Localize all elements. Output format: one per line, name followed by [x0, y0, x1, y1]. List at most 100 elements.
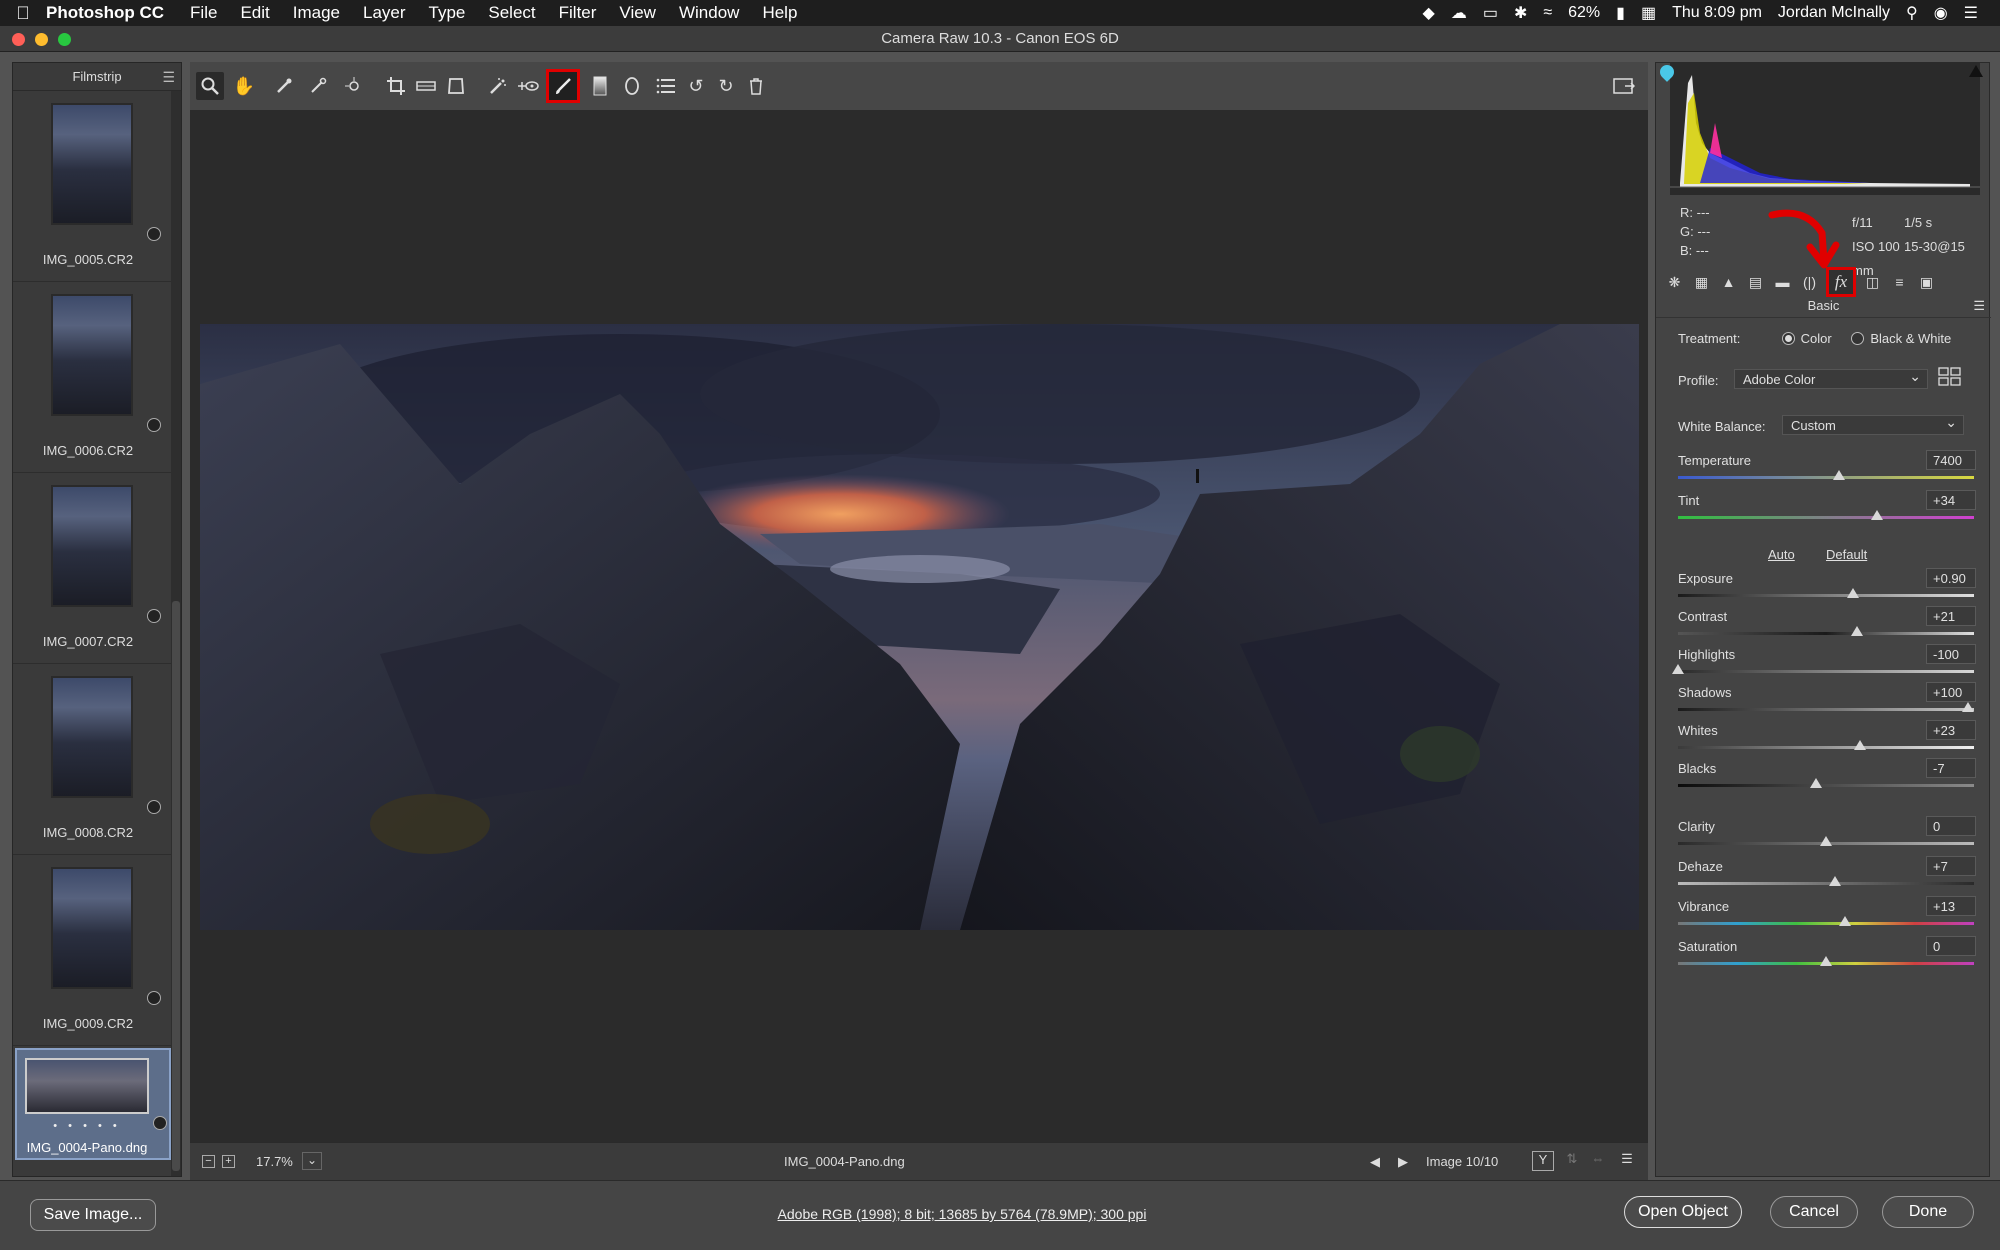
rotate-left-icon[interactable]: ↺	[682, 72, 710, 100]
split-toning-tab-icon[interactable]: ▬	[1772, 272, 1793, 293]
saturation-slider[interactable]: Saturation 0	[1678, 936, 1976, 969]
profile-browser-icon[interactable]	[1938, 367, 1962, 387]
hand-icon[interactable]: ✋	[230, 72, 258, 100]
rating-dots[interactable]: • • • • •	[17, 1120, 157, 1132]
scrollbar-knob[interactable]	[172, 601, 180, 1171]
done-button[interactable]: Done	[1882, 1196, 1974, 1228]
previous-image-arrow-icon[interactable]: ◀	[1370, 1154, 1380, 1170]
slider-value-input[interactable]: +21	[1926, 606, 1976, 626]
slider-track[interactable]	[1678, 670, 1974, 673]
slider-value-input[interactable]: -7	[1926, 758, 1976, 778]
slider-track[interactable]	[1678, 882, 1974, 885]
detail-tab-icon[interactable]: ▲	[1718, 272, 1739, 293]
vibrance-slider[interactable]: Vibrance +13	[1678, 896, 1976, 929]
image-canvas[interactable]	[190, 110, 1648, 1142]
tone-curve-tab-icon[interactable]: ▦	[1691, 272, 1712, 293]
zoom-level[interactable]: 17.7%	[256, 1154, 293, 1169]
white-balance-select[interactable]: Custom	[1782, 414, 1964, 435]
dropbox-icon[interactable]: ◆	[1423, 3, 1435, 23]
color-radio[interactable]	[1781, 332, 1795, 345]
apple-menu-icon[interactable]: 	[0, 3, 46, 24]
white-balance-icon[interactable]	[270, 72, 298, 100]
slider-value-input[interactable]: +34	[1926, 490, 1976, 510]
spotlight-search-icon[interactable]: ⚲	[1906, 3, 1918, 23]
menu-type[interactable]: Type	[429, 3, 466, 23]
filmstrip-item[interactable]: IMG_0006.CR2	[13, 282, 181, 473]
slider-value-input[interactable]: 0	[1926, 936, 1976, 956]
slider-track[interactable]	[1678, 784, 1974, 787]
battery-percent[interactable]: 62%	[1568, 4, 1600, 22]
slider-track[interactable]	[1678, 516, 1974, 519]
presets-list-icon[interactable]	[652, 72, 680, 100]
calendar-icon[interactable]: ▦	[1641, 3, 1656, 23]
menu-file[interactable]: File	[190, 3, 217, 23]
effects-fx-tab-icon[interactable]: fx	[1826, 267, 1856, 297]
menu-filter[interactable]: Filter	[559, 3, 597, 23]
slider-thumb[interactable]	[1820, 836, 1832, 846]
temperature-slider[interactable]: Temperature 7400	[1678, 450, 1976, 483]
tint-slider[interactable]: Tint +34	[1678, 490, 1976, 523]
next-image-arrow-icon[interactable]: ▶	[1398, 1154, 1408, 1170]
red-eye-icon[interactable]	[514, 72, 542, 100]
slider-track[interactable]	[1678, 708, 1974, 711]
slider-track[interactable]	[1678, 746, 1974, 749]
color-sampler-icon[interactable]	[304, 72, 332, 100]
app-menu[interactable]: Photoshop CC	[46, 3, 164, 23]
filmstrip-item[interactable]: IMG_0008.CR2	[13, 664, 181, 855]
targeted-adjustment-icon[interactable]	[340, 72, 368, 100]
menu-image[interactable]: Image	[293, 3, 340, 23]
slider-thumb[interactable]	[1851, 626, 1863, 636]
battery-icon[interactable]: ▮	[1616, 3, 1625, 23]
bluetooth-icon[interactable]: ✱	[1514, 3, 1527, 23]
slider-value-input[interactable]: 7400	[1926, 450, 1976, 470]
exposure-slider[interactable]: Exposure +0.90	[1678, 568, 1976, 601]
filmstrip-item-selected[interactable]: • • • • • IMG_0004-Pano.dng	[15, 1048, 171, 1160]
creative-cloud-icon[interactable]: ☁	[1451, 3, 1467, 23]
slider-thumb[interactable]	[1962, 702, 1974, 712]
filmstrip-item[interactable]: IMG_0009.CR2	[13, 855, 181, 1046]
slider-thumb[interactable]	[1854, 740, 1866, 750]
adjustment-brush-icon[interactable]	[546, 69, 580, 103]
black-white-radio[interactable]	[1851, 332, 1865, 345]
slider-thumb[interactable]	[1829, 876, 1841, 886]
zoom-icon[interactable]	[196, 72, 224, 100]
menu-layer[interactable]: Layer	[363, 3, 406, 23]
zoom-out-button[interactable]: −	[202, 1155, 215, 1168]
slider-track[interactable]	[1678, 922, 1974, 925]
filmstrip-item[interactable]: IMG_0005.CR2	[13, 91, 181, 282]
notification-center-icon[interactable]: ☰	[1964, 3, 1978, 23]
basic-tab-icon[interactable]: ❋	[1664, 272, 1685, 293]
clarity-slider[interactable]: Clarity 0	[1678, 816, 1976, 849]
slider-value-input[interactable]: +7	[1926, 856, 1976, 876]
contrast-slider[interactable]: Contrast +21	[1678, 606, 1976, 639]
menu-select[interactable]: Select	[488, 3, 535, 23]
shadows-slider[interactable]: Shadows +100	[1678, 682, 1976, 715]
zoom-in-button[interactable]: +	[222, 1155, 235, 1168]
menu-edit[interactable]: Edit	[240, 3, 269, 23]
slider-value-input[interactable]: -100	[1926, 644, 1976, 664]
straighten-icon[interactable]	[412, 72, 440, 100]
slider-thumb[interactable]	[1810, 778, 1822, 788]
clock[interactable]: Thu 8:09 pm	[1672, 4, 1762, 22]
blacks-slider[interactable]: Blacks -7	[1678, 758, 1976, 791]
swap-settings-icon[interactable]: ⇅	[1562, 1151, 1582, 1171]
slider-thumb[interactable]	[1820, 956, 1832, 966]
menu-view[interactable]: View	[619, 3, 656, 23]
lens-corrections-tab-icon[interactable]: (|)	[1799, 272, 1820, 293]
whites-slider[interactable]: Whites +23	[1678, 720, 1976, 753]
user-name[interactable]: Jordan McInally	[1778, 4, 1890, 22]
airplay-icon[interactable]: ▭	[1483, 3, 1498, 23]
camera-calibration-tab-icon[interactable]: ◫	[1862, 272, 1883, 293]
slider-value-input[interactable]: +0.90	[1926, 568, 1976, 588]
siri-icon[interactable]: ◉	[1934, 3, 1948, 23]
highlights-slider[interactable]: Highlights -100	[1672, 644, 1976, 677]
slider-track[interactable]	[1678, 632, 1974, 635]
filmstrip-menu-icon[interactable]: ☰	[162, 69, 175, 86]
graduated-filter-icon[interactable]	[586, 72, 614, 100]
hsl-tab-icon[interactable]: ▤	[1745, 272, 1766, 293]
dehaze-slider[interactable]: Dehaze +7	[1678, 856, 1976, 889]
wifi-icon[interactable]: ≈	[1543, 4, 1552, 22]
slider-track[interactable]	[1678, 476, 1974, 479]
open-object-button[interactable]: Open Object	[1624, 1196, 1742, 1228]
color-radio-label[interactable]: Color	[1801, 331, 1832, 346]
